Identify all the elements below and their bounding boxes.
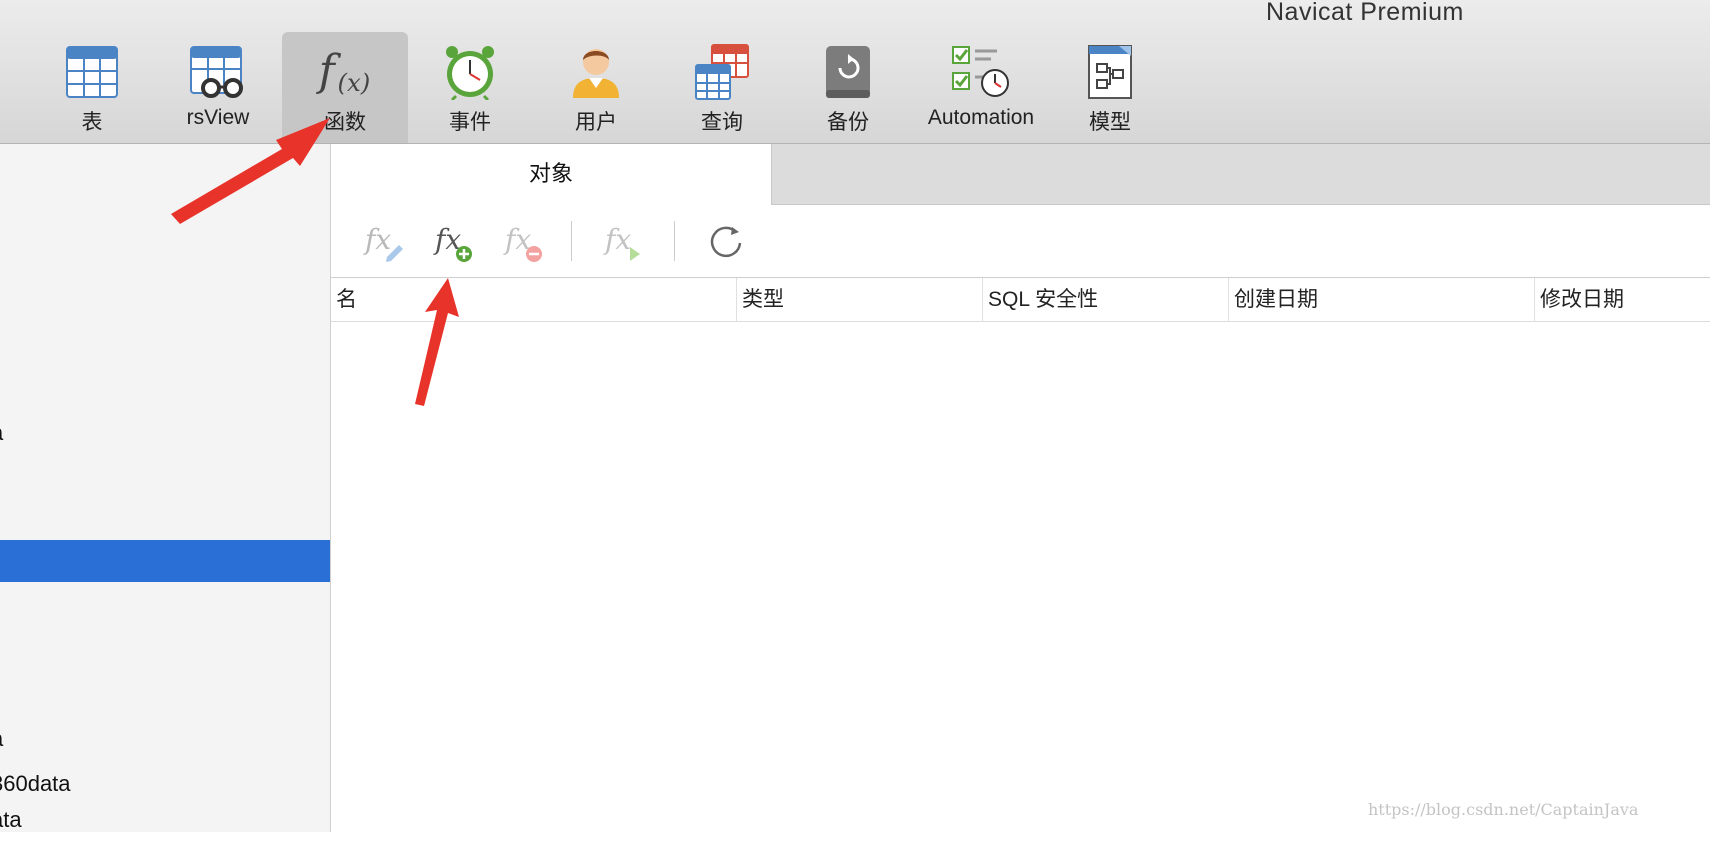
tab-objects[interactable]: 对象 [331, 144, 772, 205]
watermark: https://blog.csdn.net/CaptainJava [1368, 800, 1639, 819]
object-table-header: 名 类型 SQL 安全性 创建日期 修改日期 [331, 278, 1710, 322]
toolbar-label: 表 [81, 111, 103, 134]
toolbar-label: 函数 [324, 111, 366, 134]
delete-function-icon: fx [503, 223, 542, 262]
toolbar-button-user[interactable]: 用户 [536, 34, 656, 142]
object-table-body[interactable] [331, 322, 1710, 832]
table-icon [62, 42, 122, 102]
toolbar-button-function[interactable]: f (x) 函数 [282, 32, 408, 143]
column-header-created[interactable]: 创建日期 [1228, 278, 1534, 321]
svg-text:fx: fx [363, 223, 391, 256]
sidebar-item-label: a [0, 726, 3, 751]
new-function-icon: fx [433, 223, 472, 262]
object-toolbar: fx fx fx fx [331, 205, 1710, 278]
toolbar-button-table[interactable]: 表 [32, 34, 152, 142]
delete-function-button[interactable]: fx [501, 217, 551, 267]
toolbar-button-query[interactable]: 查询 [662, 34, 782, 142]
sidebar-navigation: a a 360data ata [0, 144, 331, 832]
toolbar-label: 模型 [1089, 111, 1131, 134]
run-function-icon: fx [603, 223, 640, 261]
run-function-button[interactable]: fx [601, 217, 651, 267]
svg-text:fx: fx [603, 223, 631, 256]
edit-function-icon: fx [363, 223, 403, 262]
refresh-icon [710, 226, 742, 258]
main-toolbar: Navicat Premium 表 rsView f (x) 函数 事件 用户 … [0, 0, 1710, 144]
svg-text:(x): (x) [338, 68, 371, 97]
column-header-name[interactable]: 名 [331, 278, 736, 321]
toolbar-label: 备份 [827, 111, 869, 134]
automation-icon [951, 42, 1011, 102]
column-header-sql-security[interactable]: SQL 安全性 [982, 278, 1228, 321]
sidebar-item-label: a [0, 420, 3, 445]
refresh-button[interactable] [701, 217, 751, 267]
toolbar-button-automation[interactable]: Automation [914, 34, 1048, 142]
toolbar-button-view[interactable]: rsView [158, 34, 278, 142]
query-icon [692, 42, 752, 102]
toolbar-label: Automation [927, 106, 1035, 129]
tab-bar: 对象 [331, 144, 1710, 205]
model-icon [1080, 42, 1140, 102]
event-clock-icon [440, 42, 500, 102]
view-icon [188, 42, 248, 102]
toolbar-label: 用户 [575, 111, 617, 134]
toolbar-label: 查询 [701, 111, 743, 134]
toolbar-label: 事件 [449, 111, 491, 134]
sidebar-item[interactable]: a [0, 412, 330, 454]
window-title: Navicat Premium [1266, 0, 1464, 26]
user-icon [566, 42, 626, 102]
column-header-modified[interactable]: 修改日期 [1534, 278, 1710, 321]
toolbar-button-backup[interactable]: 备份 [788, 34, 908, 142]
new-function-button[interactable]: fx [431, 217, 481, 267]
column-header-type[interactable]: 类型 [736, 278, 982, 321]
backup-icon [818, 42, 878, 102]
sidebar-item-label: 360data [0, 771, 71, 796]
edit-function-button[interactable]: fx [361, 217, 411, 267]
toolbar-divider [674, 221, 675, 261]
sidebar-item[interactable]: ata [0, 799, 330, 841]
sidebar-item-selected[interactable] [0, 540, 330, 582]
toolbar-button-event[interactable]: 事件 [410, 34, 530, 142]
toolbar-label: rsView [186, 106, 250, 129]
sidebar-item[interactable]: a [0, 718, 330, 760]
toolbar-button-model[interactable]: 模型 [1050, 34, 1170, 142]
sidebar-item-label: ata [0, 807, 22, 832]
function-icon: f (x) [315, 42, 375, 102]
toolbar-divider [571, 221, 572, 261]
